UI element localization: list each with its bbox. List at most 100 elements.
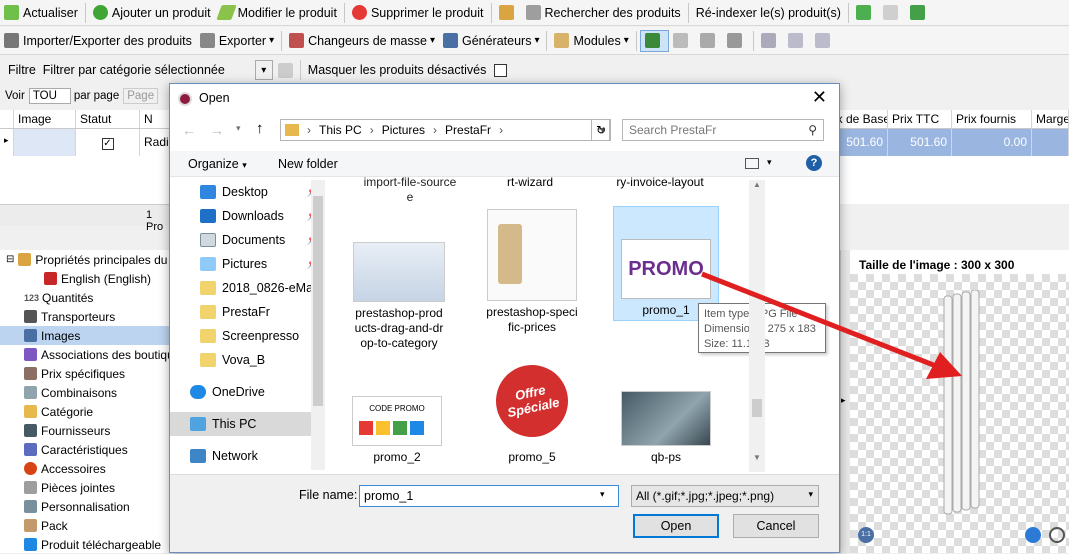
- tree-item-pieces-jointes[interactable]: Pièces jointes: [0, 478, 169, 497]
- cancel-button[interactable]: Cancel: [733, 514, 819, 538]
- filename-input[interactable]: promo_1: [359, 485, 619, 507]
- zoom-1to1-icon[interactable]: 1:1: [858, 527, 874, 543]
- export-button[interactable]: [906, 2, 933, 24]
- reindex-button[interactable]: Ré-indexer le(s) produit(s): [692, 2, 845, 24]
- exporter-dropdown[interactable]: Exporter: [196, 30, 278, 52]
- col-marge[interactable]: Marge: [1032, 110, 1069, 128]
- nav-folder-prestafr[interactable]: PrestaFr: [170, 300, 325, 324]
- breadcrumb-prestafr[interactable]: PrestaFr: [445, 123, 491, 137]
- list-button[interactable]: [757, 30, 784, 52]
- col-statut[interactable]: Statut: [76, 110, 140, 128]
- link-button[interactable]: [639, 29, 669, 52]
- forward-icon[interactable]: →: [210, 122, 224, 138]
- add-product-button[interactable]: Ajouter un produit: [89, 2, 215, 24]
- rotate-icon[interactable]: [1025, 527, 1041, 543]
- nav-scrollbar[interactable]: [311, 180, 325, 470]
- paste-button[interactable]: [879, 2, 906, 24]
- nav-folder-emag[interactable]: 2018_0826-eMag: [170, 276, 325, 300]
- expand-button[interactable]: [723, 30, 750, 52]
- statut-checkbox[interactable]: ✓: [101, 138, 114, 150]
- tree-item-prix-specifiques[interactable]: Prix spécifiques: [0, 364, 169, 383]
- refresh-button[interactable]: Actualiser: [0, 2, 82, 24]
- filetype-select[interactable]: All (*.gif;*.jpg;*.jpeg;*.png) ▾: [631, 485, 819, 507]
- page-button[interactable]: Page: [123, 88, 159, 104]
- fit-button[interactable]: [696, 30, 723, 52]
- desktop-icon: [200, 185, 216, 199]
- tree-item-fournisseurs[interactable]: Fournisseurs: [0, 421, 169, 440]
- breadcrumb-this-pc[interactable]: This PC: [319, 123, 362, 137]
- open-button[interactable]: Open: [633, 514, 719, 538]
- zoom-icon[interactable]: [1049, 527, 1065, 543]
- tool-button[interactable]: [495, 2, 522, 24]
- tree-item-transporteurs[interactable]: Transporteurs: [0, 307, 169, 326]
- view-dropdown-icon[interactable]: ▾: [767, 157, 772, 168]
- col-prix-ttc[interactable]: Prix TTC: [888, 110, 952, 128]
- filter-select-value[interactable]: Filtrer par catégorie sélectionnée: [43, 63, 253, 77]
- tree-item-accessoires[interactable]: Accessoires: [0, 459, 169, 478]
- address-bar[interactable]: › This PC › Pictures › PrestaFr › ▾: [280, 119, 610, 141]
- hide-disabled-checkbox[interactable]: [494, 63, 508, 77]
- tree-item-caracteristiques[interactable]: Caractéristiques: [0, 440, 169, 459]
- import-export-button[interactable]: Importer/Exporter des produits: [0, 30, 196, 52]
- modules-dropdown[interactable]: Modules: [550, 30, 632, 52]
- file-item[interactable]: CODE PROMO promo_2: [344, 396, 450, 465]
- nav-documents[interactable]: Documents📌: [170, 228, 325, 252]
- nav-onedrive[interactable]: OneDrive: [170, 380, 325, 404]
- nav-network[interactable]: Network: [170, 444, 325, 468]
- back-icon[interactable]: ←: [182, 122, 196, 138]
- nav-desktop[interactable]: Desktop📌: [170, 180, 325, 204]
- file-item[interactable]: prestashop-prod ucts-drag-and-dr op-to-c…: [344, 242, 454, 351]
- tree-item-categorie[interactable]: Catégorie: [0, 402, 169, 421]
- file-item[interactable]: prestashop-speci fic-prices: [482, 209, 582, 335]
- sort-down-button[interactable]: [811, 30, 838, 52]
- nav-folder-screenpresso[interactable]: Screenpresso: [170, 324, 325, 348]
- breadcrumb-pictures[interactable]: Pictures: [382, 123, 425, 137]
- recent-dropdown-icon[interactable]: ▾: [236, 123, 241, 134]
- filter-dropdown-button[interactable]: ▾: [254, 60, 273, 80]
- tree-item-telechargeable[interactable]: Produit téléchargeable: [0, 535, 169, 554]
- col-image[interactable]: Image: [14, 110, 76, 128]
- col-name[interactable]: N: [140, 110, 170, 128]
- link-icon: [644, 33, 660, 48]
- tree-item-quantites[interactable]: 123 Quantités: [0, 288, 169, 307]
- help-icon[interactable]: ?: [806, 155, 822, 171]
- new-folder-button[interactable]: New folder: [278, 157, 338, 171]
- file-thumbnail: PROMO: [621, 239, 711, 299]
- col-prix-fournisseur[interactable]: Prix fournis: [952, 110, 1032, 128]
- copy-button[interactable]: [852, 2, 879, 24]
- view-icon[interactable]: [745, 158, 759, 169]
- tree-item-associations[interactable]: Associations des boutique: [0, 345, 180, 364]
- nav-folder-vova[interactable]: Vova_B: [170, 348, 325, 372]
- organize-button[interactable]: Organize ▾: [188, 157, 247, 171]
- mass-changers-dropdown[interactable]: Changeurs de masse: [285, 30, 439, 52]
- file-invoice-layout[interactable]: ry-invoice-layout: [610, 175, 710, 189]
- delete-product-button[interactable]: Supprimer le produit: [348, 2, 488, 24]
- file-item[interactable]: qb-ps: [616, 391, 716, 465]
- edit-product-button[interactable]: Modifier le produit: [215, 2, 341, 24]
- tree-item-pack[interactable]: Pack: [0, 516, 169, 535]
- close-icon[interactable]: ✕: [812, 87, 827, 108]
- tree-item-images[interactable]: Images: [0, 326, 169, 345]
- tree-item-english[interactable]: English (English): [0, 269, 169, 288]
- tree-item-combinaisons[interactable]: Combinaisons: [0, 383, 169, 402]
- generators-dropdown[interactable]: Générateurs: [439, 30, 544, 52]
- nav-this-pc[interactable]: This PC: [170, 412, 325, 436]
- clear-filter-icon[interactable]: [277, 62, 293, 78]
- grid-button[interactable]: [669, 30, 696, 52]
- combination-icon: [24, 386, 37, 399]
- accessory-icon: [24, 462, 37, 475]
- page-size-select[interactable]: TOU: [28, 88, 71, 104]
- refresh-icon[interactable]: ↻: [591, 119, 611, 141]
- file-rt-wizard[interactable]: rt-wizard: [480, 175, 580, 189]
- sort-up-button[interactable]: [784, 30, 811, 52]
- search-products-button[interactable]: Rechercher des produits: [522, 2, 685, 24]
- tree-item-personnalisation[interactable]: Personnalisation: [0, 497, 169, 516]
- nav-pictures[interactable]: Pictures📌: [170, 252, 325, 276]
- file-item[interactable]: Offre Spéciale promo_5: [482, 356, 582, 465]
- search-input[interactable]: Search PrestaFr ⚲: [622, 119, 824, 141]
- nav-downloads[interactable]: Downloads📌: [170, 204, 325, 228]
- up-icon[interactable]: ↑: [256, 120, 264, 137]
- tree-item-main-properties[interactable]: ⊟ Propriétés principales du p: [0, 250, 177, 269]
- file-import-source[interactable]: import-file-source e: [360, 175, 460, 205]
- filename-dropdown-icon[interactable]: ▾: [600, 489, 605, 500]
